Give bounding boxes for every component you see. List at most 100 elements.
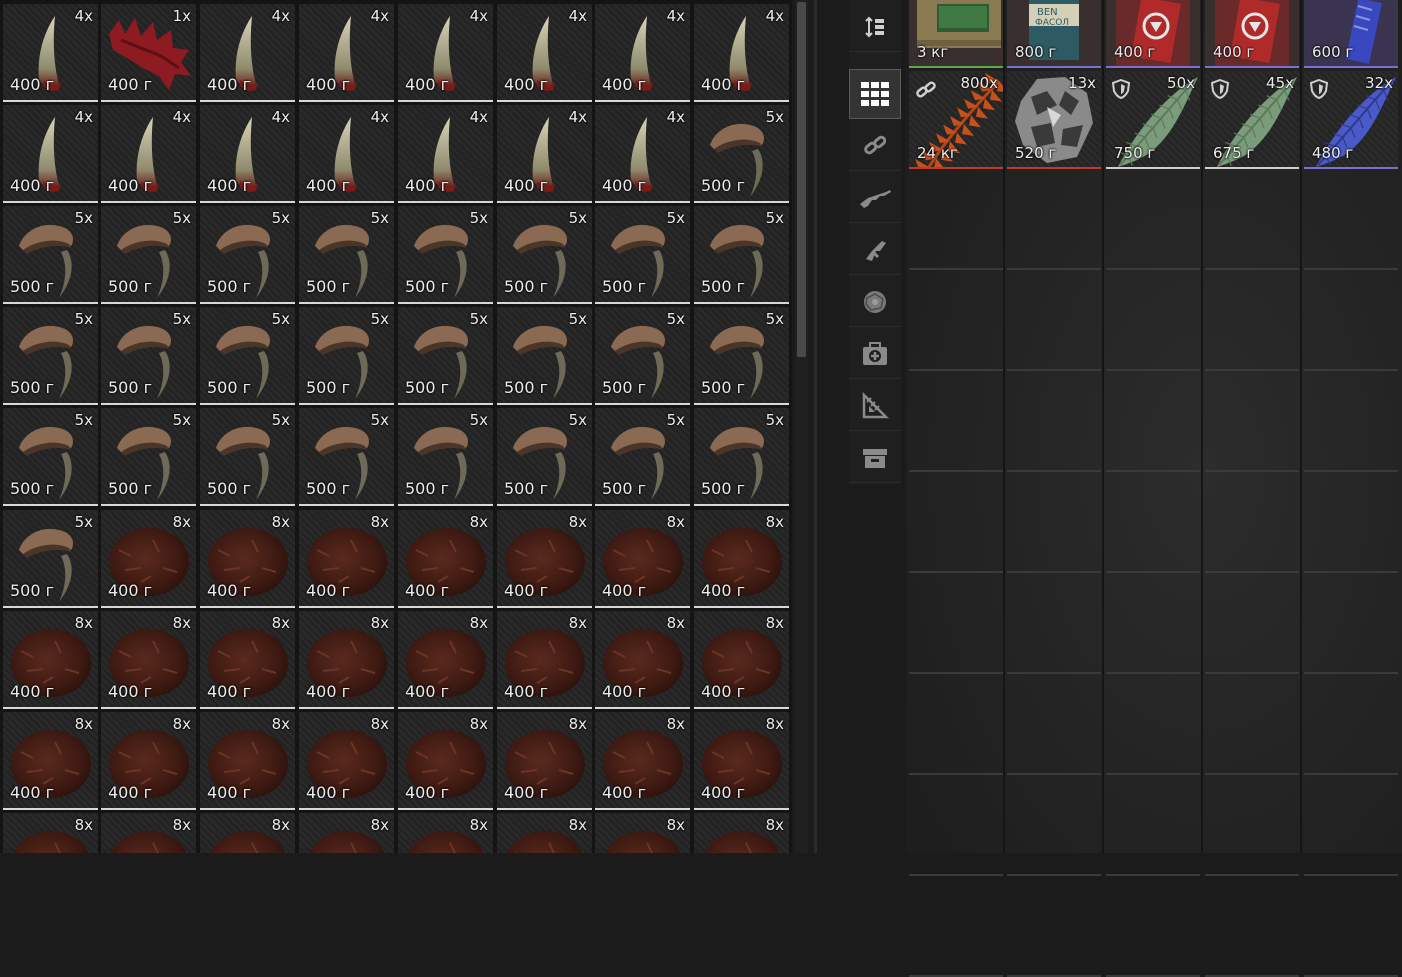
inventory-slot[interactable]: 4x 400 г	[200, 105, 295, 203]
stash-empty-slot[interactable]	[1205, 677, 1299, 775]
inventory-slot[interactable]: 8x 400 г	[595, 712, 690, 810]
stash-empty-slot[interactable]	[1205, 475, 1299, 573]
stash-empty-slot[interactable]	[1106, 172, 1200, 270]
inventory-slot[interactable]: 8x	[595, 813, 690, 853]
inventory-slot[interactable]: 5x 500 г	[497, 408, 592, 506]
stash-empty-slot[interactable]	[1007, 778, 1101, 876]
inventory-slot[interactable]: 8x	[299, 813, 394, 853]
inventory-slot[interactable]: 8x	[398, 813, 493, 853]
inventory-slot[interactable]: 4x 400 г	[595, 4, 690, 102]
inventory-slot[interactable]: 8x 400 г	[694, 712, 789, 810]
stash-empty-slot[interactable]	[909, 677, 1003, 775]
inventory-slot[interactable]: 5x 500 г	[101, 307, 196, 405]
stash-empty-slot[interactable]	[1106, 677, 1200, 775]
tab-rifle[interactable]	[849, 173, 901, 223]
inventory-slot[interactable]: 8x 400 г	[101, 712, 196, 810]
stash-item-slot[interactable]: 50x 750 г	[1106, 71, 1200, 169]
inventory-slot[interactable]: 8x	[200, 813, 295, 853]
scrollbar-thumb[interactable]	[797, 2, 806, 357]
inventory-slot[interactable]: 8x 400 г	[299, 510, 394, 608]
inventory-slot[interactable]: 4x 400 г	[398, 105, 493, 203]
inventory-slot[interactable]: 8x	[497, 813, 592, 853]
inventory-scrollbar[interactable]	[795, 0, 808, 853]
stash-item-slot[interactable]: 3 кг	[909, 0, 1003, 68]
inventory-slot[interactable]: 5x 500 г	[694, 206, 789, 304]
inventory-slot[interactable]: 8x 400 г	[694, 611, 789, 709]
inventory-slot[interactable]: 8x 400 г	[497, 712, 592, 810]
inventory-slot[interactable]: 5x 500 г	[694, 408, 789, 506]
inventory-slot[interactable]: 4x 400 г	[497, 4, 592, 102]
inventory-slot[interactable]: 4x 400 г	[398, 4, 493, 102]
inventory-slot[interactable]: 4x 400 г	[101, 105, 196, 203]
stash-empty-slot[interactable]	[909, 778, 1003, 876]
inventory-slot[interactable]: 5x 500 г	[398, 408, 493, 506]
stash-empty-slot[interactable]	[909, 374, 1003, 472]
inventory-slot[interactable]: 8x 400 г	[200, 510, 295, 608]
inventory-slot[interactable]: 5x 500 г	[497, 307, 592, 405]
tab-pistol[interactable]	[849, 225, 901, 275]
inventory-slot[interactable]: 8x 400 г	[497, 510, 592, 608]
inventory-slot[interactable]: 5x 500 г	[3, 510, 98, 608]
stash-empty-slot[interactable]	[909, 576, 1003, 674]
tab-grid-all[interactable]	[849, 69, 901, 119]
inventory-slot[interactable]: 5x 500 г	[595, 307, 690, 405]
inventory-slot[interactable]: 1x 400 г	[101, 4, 196, 102]
stash-item-slot[interactable]: 400 г	[1106, 0, 1200, 68]
stash-empty-slot[interactable]	[1205, 576, 1299, 674]
stash-empty-slot[interactable]	[909, 273, 1003, 371]
stash-empty-slot[interactable]	[1304, 273, 1398, 371]
inventory-slot[interactable]: 8x 400 г	[299, 611, 394, 709]
inventory-slot[interactable]: 8x 400 г	[200, 611, 295, 709]
inventory-slot[interactable]: 5x 500 г	[595, 206, 690, 304]
inventory-slot[interactable]: 4x 400 г	[299, 4, 394, 102]
stash-empty-slot[interactable]	[1205, 273, 1299, 371]
stash-empty-slot[interactable]	[1007, 879, 1101, 977]
tab-artifact[interactable]	[849, 277, 901, 327]
stash-empty-slot[interactable]	[1205, 172, 1299, 270]
inventory-slot[interactable]: 5x 500 г	[3, 307, 98, 405]
inventory-slot[interactable]: 5x 500 г	[398, 307, 493, 405]
inventory-slot[interactable]: 5x 500 г	[398, 206, 493, 304]
stash-empty-slot[interactable]	[1106, 475, 1200, 573]
stash-empty-slot[interactable]	[1304, 172, 1398, 270]
inventory-slot[interactable]: 4x 400 г	[299, 105, 394, 203]
stash-empty-slot[interactable]	[1106, 273, 1200, 371]
inventory-slot[interactable]: 5x 500 г	[3, 408, 98, 506]
inventory-slot[interactable]: 5x 500 г	[595, 408, 690, 506]
inventory-slot[interactable]: 8x 400 г	[595, 510, 690, 608]
inventory-slot[interactable]: 5x 500 г	[101, 206, 196, 304]
inventory-slot[interactable]: 5x 500 г	[3, 206, 98, 304]
stash-empty-slot[interactable]	[1007, 273, 1101, 371]
stash-empty-slot[interactable]	[1007, 374, 1101, 472]
stash-item-slot[interactable]: 32x 480 г	[1304, 71, 1398, 169]
stash-item-slot[interactable]: 800x 24 кг	[909, 71, 1003, 169]
inventory-slot[interactable]: 8x 400 г	[398, 611, 493, 709]
stash-item-slot[interactable]: 600 г	[1304, 0, 1398, 68]
stash-empty-slot[interactable]	[1007, 677, 1101, 775]
inventory-slot[interactable]: 5x 500 г	[101, 408, 196, 506]
inventory-slot[interactable]: 8x 400 г	[101, 510, 196, 608]
stash-empty-slot[interactable]	[1205, 374, 1299, 472]
stash-empty-slot[interactable]	[1007, 475, 1101, 573]
inventory-slot[interactable]: 8x 400 г	[398, 510, 493, 608]
inventory-slot[interactable]: 5x 500 г	[694, 307, 789, 405]
inventory-slot[interactable]: 8x	[101, 813, 196, 853]
inventory-slot[interactable]: 8x 400 г	[398, 712, 493, 810]
inventory-slot[interactable]: 4x 400 г	[3, 105, 98, 203]
stash-empty-slot[interactable]	[1007, 172, 1101, 270]
inventory-slot[interactable]: 8x 400 г	[694, 510, 789, 608]
inventory-slot[interactable]: 4x 400 г	[200, 4, 295, 102]
stash-item-slot[interactable]: 13x 520 г	[1007, 71, 1101, 169]
stash-item-slot[interactable]: BEN ФАСОЛ 800 г	[1007, 0, 1101, 68]
stash-empty-slot[interactable]	[909, 172, 1003, 270]
inventory-slot[interactable]: 5x 500 г	[497, 206, 592, 304]
stash-empty-slot[interactable]	[909, 475, 1003, 573]
tab-tools[interactable]	[849, 381, 901, 431]
inventory-slot[interactable]: 5x 500 г	[299, 206, 394, 304]
stash-empty-slot[interactable]	[1106, 374, 1200, 472]
inventory-slot[interactable]: 8x	[3, 813, 98, 853]
stash-empty-slot[interactable]	[1106, 778, 1200, 876]
inventory-slot[interactable]: 4x 400 г	[3, 4, 98, 102]
stash-empty-slot[interactable]	[1205, 879, 1299, 977]
tab-link[interactable]	[849, 121, 901, 171]
